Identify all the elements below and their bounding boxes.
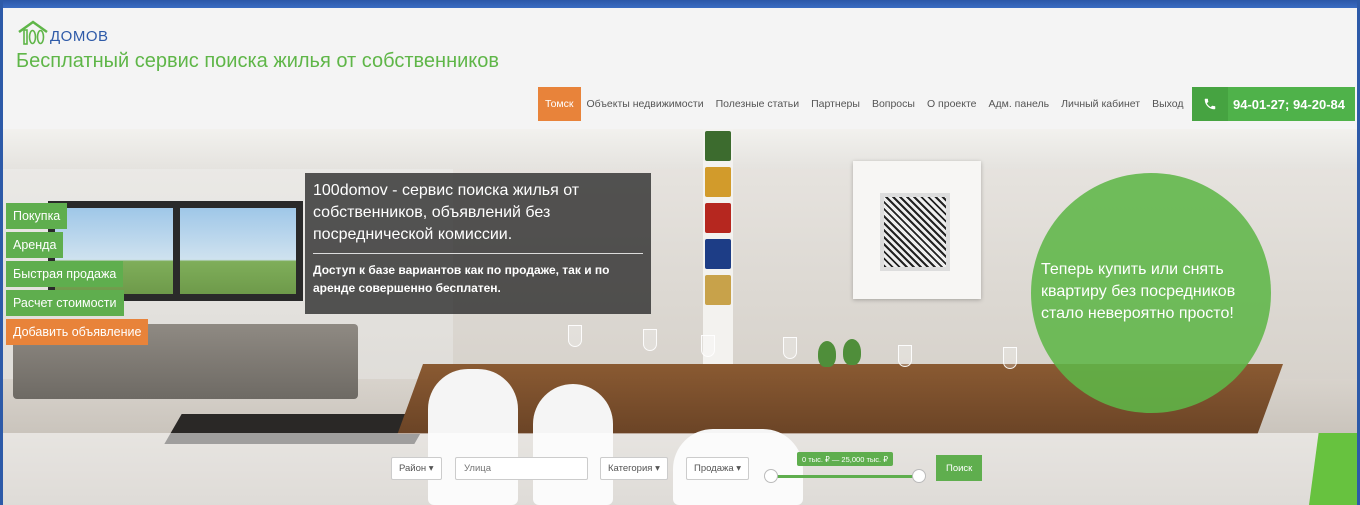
price-max-handle[interactable] — [912, 469, 926, 483]
promo-circle: Теперь купить или снять квартиру без пос… — [1031, 173, 1271, 413]
side-menu-rent[interactable]: Аренда — [6, 232, 64, 258]
nav-item-account[interactable]: Личный кабинет — [1055, 87, 1146, 121]
hero-photo-glass — [783, 337, 797, 359]
nav-item-admin[interactable]: Адм. панель — [983, 87, 1056, 121]
hero-photo-wall-frame — [853, 161, 981, 299]
deal-type-dropdown-label: Продажа — [694, 463, 734, 474]
price-min-handle[interactable] — [764, 469, 778, 483]
info-box: 100domov - сервис поиска жилья от собств… — [305, 173, 651, 314]
district-dropdown-label: Район — [399, 463, 427, 474]
house-logo-icon — [18, 20, 48, 45]
logo-text: ДОМОВ — [50, 28, 109, 45]
nav-item-questions[interactable]: Вопросы — [866, 87, 921, 121]
phone-numbers: 94-01-27; 94-20-84 — [1233, 96, 1346, 112]
side-menu-add-listing[interactable]: Добавить объявление — [6, 319, 149, 345]
nav-item-about[interactable]: О проекте — [921, 87, 983, 121]
hero-photo-glass — [898, 345, 912, 367]
nav-item-properties[interactable]: Объекты недвижимости — [581, 87, 710, 121]
side-menu-quick-sale[interactable]: Быстрая продажа — [6, 261, 124, 287]
nav-item-logout[interactable]: Выход — [1146, 87, 1189, 121]
hero-photo-window-frame — [173, 201, 180, 301]
search-button[interactable]: Поиск — [936, 455, 983, 481]
promo-circle-text: Теперь купить или снять квартиру без пос… — [1041, 261, 1236, 322]
phone-icon — [1192, 87, 1228, 121]
search-bar: Район ▾ Категория ▾ Продажа ▾ 0 тыс. ₽ —… — [3, 433, 1357, 505]
nav-item-partners[interactable]: Партнеры — [805, 87, 866, 121]
hero-photo-art-strip — [705, 129, 731, 329]
hero-photo-glass — [568, 325, 582, 347]
phone-block[interactable]: 94-01-27; 94-20-84 — [1192, 87, 1355, 121]
district-dropdown[interactable]: Район ▾ — [391, 457, 442, 480]
site-logo[interactable]: ДОМОВ — [17, 20, 109, 46]
info-box-subtitle: Доступ к базе вариантов как по продаже, … — [313, 263, 610, 295]
caret-down-icon: ▾ — [736, 463, 742, 474]
hero-banner: Покупка Аренда Быстрая продажа Расчет ст… — [3, 129, 1357, 505]
category-dropdown[interactable]: Категория ▾ — [600, 457, 668, 480]
side-menu-buy[interactable]: Покупка — [6, 203, 68, 229]
hero-photo-glass — [1003, 347, 1017, 369]
hero-photo-figurine — [818, 341, 836, 367]
main-nav: Томск Объекты недвижимости Полезные стат… — [538, 87, 1190, 121]
caret-down-icon: ▾ — [655, 463, 660, 474]
price-range-label: 0 тыс. ₽ — 25,000 тыс. ₽ — [797, 452, 893, 466]
window-frame-top — [0, 0, 1360, 8]
hero-photo-glass — [701, 335, 715, 357]
side-menu: Покупка Аренда Быстрая продажа Расчет ст… — [6, 203, 149, 345]
street-input[interactable] — [455, 457, 588, 480]
site-tagline: Бесплатный сервис поиска жилья от собств… — [16, 50, 500, 72]
info-box-title: 100domov - сервис поиска жилья от собств… — [313, 180, 643, 254]
nav-item-articles[interactable]: Полезные статьи — [710, 87, 806, 121]
deal-type-dropdown[interactable]: Продажа ▾ — [686, 457, 750, 480]
category-dropdown-label: Категория — [608, 463, 653, 474]
price-range-track[interactable] — [771, 475, 919, 478]
hero-photo-ceiling — [3, 129, 1357, 169]
side-menu-valuation[interactable]: Расчет стоимости — [6, 290, 124, 316]
hero-photo-glass — [643, 329, 657, 351]
hero-photo-figurine — [843, 339, 861, 365]
caret-down-icon: ▾ — [428, 463, 434, 474]
nav-item-tomsk[interactable]: Томск — [538, 87, 581, 121]
